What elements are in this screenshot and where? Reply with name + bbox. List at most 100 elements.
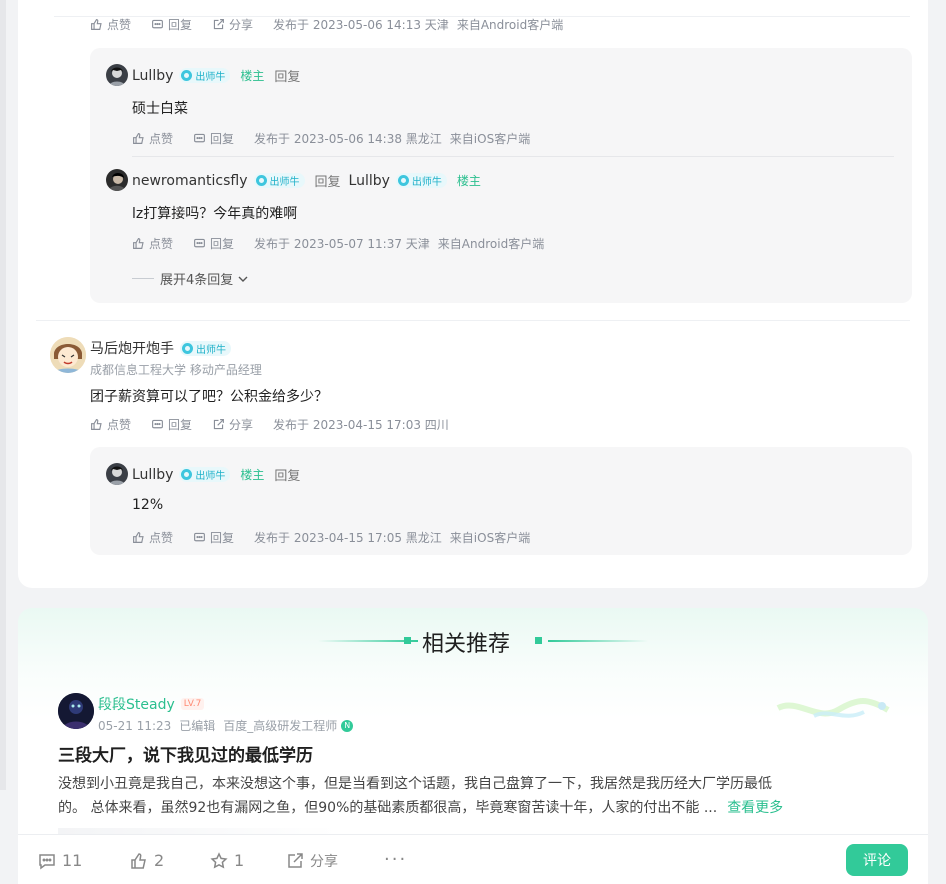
username[interactable]: 马后炮开炮手	[90, 338, 174, 358]
share-label: 分享	[310, 854, 338, 870]
like-button[interactable]: 点赞	[132, 529, 173, 546]
reply-time: 发布于 2023-05-06 14:38 黑龙江	[254, 132, 442, 146]
thumbs-up-icon	[91, 419, 102, 430]
reply-user-line: newromanticsfly 出师牛 回复 Lullby 出师牛 楼主	[132, 171, 481, 191]
username[interactable]: Lullby	[132, 467, 173, 483]
divider	[54, 16, 910, 17]
comment-icon	[39, 853, 55, 869]
bottom-action-bar: 11 2 1 分享 ··· 评论	[18, 834, 928, 884]
post-title[interactable]: 三段大厂，说下我见过的最低学历	[58, 741, 313, 766]
share-button[interactable]: 分享	[286, 851, 338, 871]
thumbs-up-icon	[133, 238, 144, 249]
like-button[interactable]: 点赞	[90, 16, 131, 33]
like-count: 2	[154, 851, 165, 870]
more-options-icon[interactable]: ···	[384, 849, 407, 870]
share-button[interactable]: 分享	[212, 416, 253, 433]
level-badge: LV.7	[180, 698, 205, 710]
like-count-button[interactable]: 2	[130, 851, 164, 870]
op-tag: 楼主	[240, 468, 265, 482]
post-date: 05-21 11:23	[98, 718, 172, 733]
username[interactable]: newromanticsfly	[132, 173, 248, 189]
author-name[interactable]: 段段Steady	[98, 694, 175, 714]
avatar[interactable]	[106, 463, 128, 485]
master-badge: 出师牛	[180, 340, 231, 356]
reply-time: 发布于 2023-05-07 11:37 天津	[254, 237, 430, 251]
post-meta: 05-21 11:23 已编辑 百度_高级研发工程师 N	[98, 717, 354, 734]
expand-replies-button[interactable]: 展开4条回复	[132, 269, 249, 288]
badge-icon	[181, 469, 193, 480]
reply-target-user[interactable]: Lullby	[349, 173, 390, 189]
reply-actions: 点赞 回复 发布于 2023-04-15 17:05 黑龙江 来自iOS客户端	[132, 529, 538, 546]
see-more-link[interactable]: 查看更多	[727, 796, 783, 820]
reply-button[interactable]: 回复	[193, 529, 234, 546]
reply-button[interactable]: 回复	[151, 416, 192, 433]
reply-client: 来自iOS客户端	[449, 531, 531, 545]
reply-button[interactable]: 回复	[151, 16, 192, 33]
left-scroll-edge	[0, 0, 6, 790]
like-button[interactable]: 点赞	[132, 235, 173, 252]
like-button[interactable]: 点赞	[90, 416, 131, 433]
author-avatar[interactable]	[58, 693, 94, 729]
author-line: 段段Steady LV.7	[98, 694, 205, 714]
thumbs-up-icon	[133, 532, 144, 543]
comment-icon	[152, 419, 163, 429]
reply-time: 发布于 2023-04-15 17:05 黑龙江	[254, 531, 442, 545]
post-body[interactable]: 没想到小丑竟是我自己，本来没想这个事，但是当看到这个话题，我自己盘算了一下，我居…	[58, 772, 783, 820]
reply-thread-2: Lullby 出师牛 楼主 回复 12% 点赞 回复 发布于 2023-04-1…	[90, 447, 912, 555]
thumbs-up-icon	[133, 133, 144, 144]
avatar[interactable]	[106, 169, 128, 191]
reply-actions: 点赞 回复 发布于 2023-05-07 11:37 天津 来自Android客…	[132, 235, 552, 252]
reply-thread-1: Lullby 出师牛 楼主 回复 硕士白菜 点赞 回复 发布于 2023-05-…	[90, 48, 912, 303]
reply-link[interactable]: 回复	[274, 66, 300, 85]
expand-line	[132, 278, 154, 279]
reply-user-line: Lullby 出师牛 楼主 回复	[132, 66, 300, 86]
comment-icon	[194, 532, 205, 542]
op-tag: 楼主	[456, 174, 481, 188]
share-button[interactable]: 分享	[212, 16, 253, 33]
comment-count-button[interactable]: 11	[38, 851, 82, 870]
comment-icon	[152, 19, 163, 29]
badge-icon	[397, 175, 409, 186]
badge-icon	[182, 342, 193, 354]
master-badge: 出师牛	[395, 173, 447, 188]
reply-text: 12%	[132, 497, 164, 513]
share-icon	[213, 19, 224, 30]
star-icon	[210, 851, 228, 868]
avatar[interactable]	[50, 337, 86, 373]
post-body-line: 没想到小丑竟是我自己，本来没想这个事，但是当看到这个话题，我自己盘算了一下，我居…	[58, 776, 772, 792]
reply-text: lz打算接吗？今年真的难啊	[132, 206, 298, 222]
reply-actions: 点赞 回复 发布于 2023-05-06 14:38 黑龙江 来自iOS客户端	[132, 130, 538, 147]
like-button[interactable]: 点赞	[132, 130, 173, 147]
share-icon	[288, 853, 303, 868]
comment-user-line: 马后炮开炮手 出师牛	[90, 338, 231, 358]
reply-button[interactable]: 回复	[193, 235, 234, 252]
reply-label: 回复	[168, 18, 193, 32]
star-count-button[interactable]: 1	[210, 851, 244, 870]
star-count: 1	[234, 851, 245, 870]
author-role: 百度_高级研发工程师	[223, 719, 338, 733]
comment2-actions: 点赞 回复 分享 发布于 2023-04-15 17:03 四川	[90, 416, 457, 433]
comment-button[interactable]: 评论	[846, 844, 908, 876]
master-badge: 出师牛	[179, 467, 231, 482]
username[interactable]: Lullby	[132, 68, 173, 84]
reply-link[interactable]: 回复	[274, 465, 300, 484]
heading-line-right	[548, 640, 648, 642]
avatar[interactable]	[106, 64, 128, 86]
divider	[36, 320, 910, 321]
heading-dot-right	[535, 637, 542, 644]
op-tag: 楼主	[240, 69, 265, 83]
post-body-line: 的。 总体来看，虽然92也有漏网之鱼，但90%的基础素质都很高，毕竟寒窗苦读十年…	[58, 800, 718, 816]
user-subtitle: 成都信息工程大学 移动产品经理	[90, 363, 262, 377]
comment-icon	[194, 238, 205, 248]
verified-icon: N	[341, 719, 354, 732]
master-badge: 出师牛	[253, 173, 305, 188]
reply-user-line: Lullby 出师牛 楼主 回复	[132, 465, 300, 485]
thumbs-up-icon	[91, 19, 102, 30]
chevron-down-icon	[238, 276, 248, 282]
master-badge: 出师牛	[179, 68, 231, 83]
heading-line-left	[318, 640, 418, 642]
like-label: 点赞	[107, 18, 132, 32]
reply-text: 硕士白菜	[132, 101, 188, 117]
edited-label: 已编辑	[179, 719, 216, 733]
reply-button[interactable]: 回复	[193, 130, 234, 147]
